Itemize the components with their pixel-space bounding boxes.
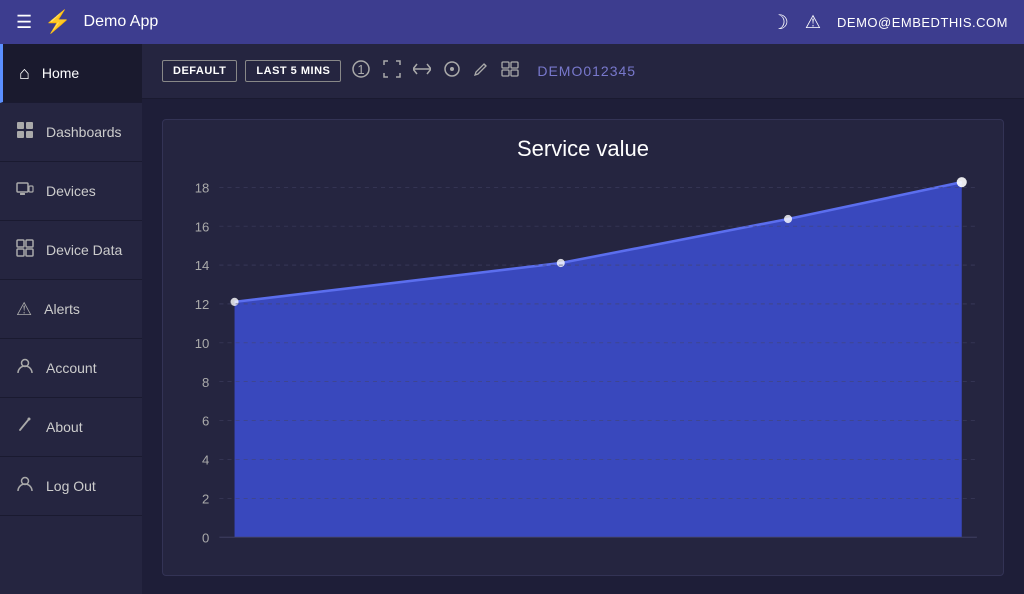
sidebar-item-device-data[interactable]: Device Data: [0, 221, 142, 280]
svg-text:2: 2: [202, 491, 209, 506]
sidebar-item-account[interactable]: Account: [0, 339, 142, 398]
device-id: DEMO012345: [537, 63, 636, 79]
header-right: ☽ ⚠ DEMO@EMBEDTHIS.COM: [771, 10, 1008, 35]
sidebar-label-device-data: Device Data: [46, 242, 122, 258]
chart-svg-wrapper: 0 2 4 6 8 10 12 14 16 18: [179, 174, 987, 563]
logout-icon: [16, 475, 34, 498]
expand-icon[interactable]: [383, 60, 401, 83]
chart-title: Service value: [179, 136, 987, 162]
refresh-icon[interactable]: 1: [351, 59, 371, 84]
svg-text:0: 0: [202, 530, 209, 545]
user-email: DEMO@EMBEDTHIS.COM: [837, 15, 1008, 30]
sidebar-label-account: Account: [46, 360, 97, 376]
sidebar-item-alerts[interactable]: ⚠ Alerts: [0, 280, 142, 339]
hamburger-icon[interactable]: ☰: [16, 12, 32, 33]
chart-area: Service value 0 2 4 6 8 10 12 14 16 18: [142, 99, 1024, 594]
last5-button[interactable]: LAST 5 MINS: [245, 60, 341, 82]
about-icon: [16, 416, 34, 439]
sidebar-item-devices[interactable]: Devices: [0, 162, 142, 221]
sidebar-label-home: Home: [42, 65, 79, 81]
alert-icon[interactable]: ⚠: [805, 12, 821, 33]
main-content: DEFAULT LAST 5 MINS 1: [142, 44, 1024, 594]
fit-icon[interactable]: [413, 62, 431, 81]
sidebar-label-devices: Devices: [46, 183, 96, 199]
main-layout: ⌂ Home Dashboards Dev: [0, 44, 1024, 594]
devices-icon: [16, 180, 34, 203]
account-icon: [16, 357, 34, 380]
sidebar-item-dashboards[interactable]: Dashboards: [0, 103, 142, 162]
settings-icon[interactable]: [443, 60, 461, 83]
svg-text:8: 8: [202, 375, 209, 390]
device-data-icon: [16, 239, 34, 262]
svg-text:12: 12: [195, 297, 210, 312]
line-chart: 0 2 4 6 8 10 12 14 16 18: [179, 174, 987, 563]
sidebar-label-logout: Log Out: [46, 478, 96, 494]
default-button[interactable]: DEFAULT: [162, 60, 237, 82]
svg-text:14: 14: [195, 258, 210, 273]
sidebar-item-logout[interactable]: Log Out: [0, 457, 142, 516]
sidebar-label-about: About: [46, 419, 83, 435]
sidebar-label-alerts: Alerts: [44, 301, 80, 317]
svg-text:6: 6: [202, 414, 209, 429]
svg-text:16: 16: [195, 219, 210, 234]
app-title: Demo App: [84, 13, 159, 31]
moon-icon[interactable]: ☽: [771, 10, 789, 35]
lightning-icon: ⚡: [44, 9, 71, 35]
sidebar-item-about[interactable]: About: [0, 398, 142, 457]
sidebar-item-home[interactable]: ⌂ Home: [0, 44, 142, 103]
svg-text:10: 10: [195, 336, 210, 351]
sidebar-label-dashboards: Dashboards: [46, 124, 122, 140]
toolbar: DEFAULT LAST 5 MINS 1: [142, 44, 1024, 99]
svg-text:18: 18: [195, 180, 210, 195]
chart-container: Service value 0 2 4 6 8 10 12 14 16 18: [162, 119, 1004, 576]
add-icon[interactable]: [501, 61, 519, 82]
svg-text:4: 4: [202, 452, 209, 467]
edit-icon[interactable]: [473, 61, 489, 82]
app-header: ☰ ⚡ Demo App ☽ ⚠ DEMO@EMBEDTHIS.COM: [0, 0, 1024, 44]
svg-text:1: 1: [358, 62, 365, 77]
alerts-icon: ⚠: [16, 299, 32, 320]
dashboards-icon: [16, 121, 34, 144]
sidebar: ⌂ Home Dashboards Dev: [0, 44, 142, 594]
home-icon: ⌂: [19, 63, 30, 84]
